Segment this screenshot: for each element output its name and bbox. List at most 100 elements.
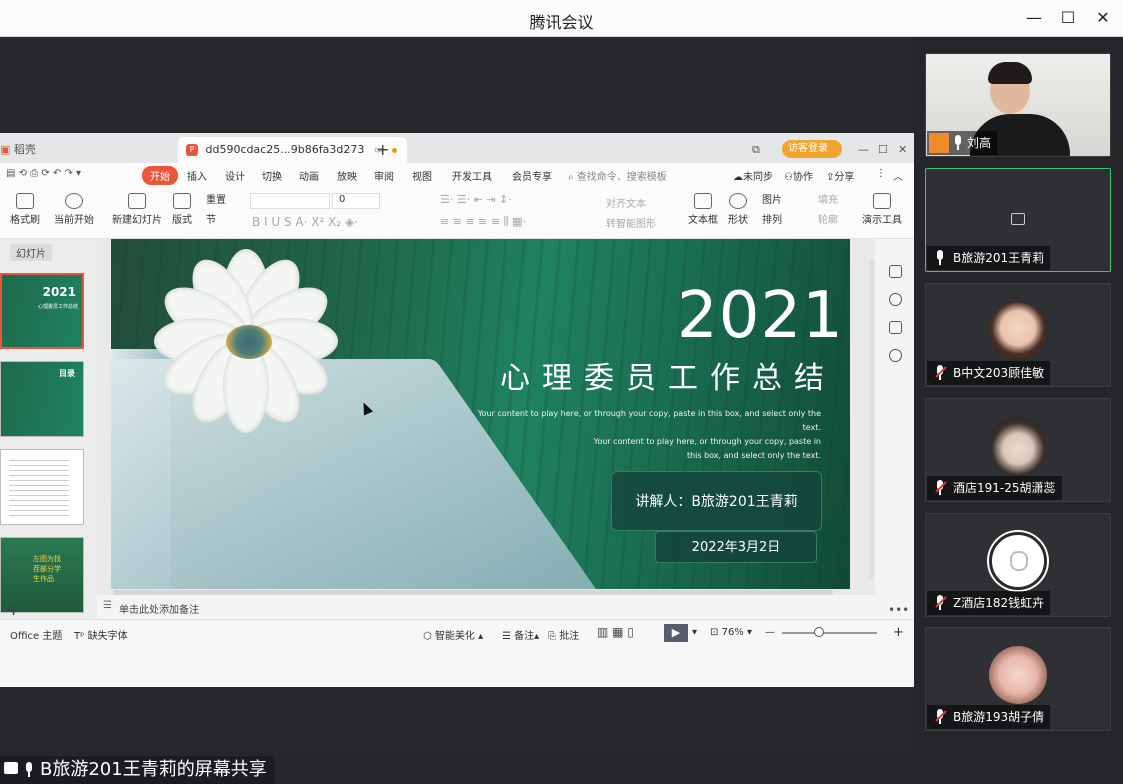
participant-card-4[interactable]: 酒店191-25胡潇蕊 [925,398,1111,502]
slide-title[interactable]: 心理委员工作总结 [461,353,836,397]
font-name-input[interactable] [250,193,330,209]
picture-button[interactable]: 图片 [762,191,782,206]
slide-year[interactable]: 2021 [677,279,844,353]
command-search[interactable]: ⌕ 查找命令、搜索模板 [568,168,667,183]
section-button[interactable]: 节 [206,211,216,226]
menu-review[interactable]: 审阅 [374,168,394,183]
textbox-label: 文本框 [688,215,718,226]
fill-button[interactable]: 填充 [818,191,838,206]
participant-card-1[interactable]: 刘高 [925,53,1111,157]
collaborate-button[interactable]: ⚇协作 [784,168,813,183]
layout-button[interactable]: 版式 [172,193,192,226]
close-button[interactable]: ✕ [1091,6,1115,30]
maximize-button[interactable]: ☐ [1056,6,1080,30]
participant-hair [988,62,1032,84]
menu-animation[interactable]: 动画 [299,168,319,183]
microphone-icon [953,135,963,151]
font-style-buttons[interactable]: B I U S A· X² X₂ ◈· [252,215,358,229]
settings-sliders-icon[interactable] [889,265,902,278]
missing-font-button[interactable]: Tᵖ 缺失字体 [74,627,128,642]
participant-card-3[interactable]: B中文203顾佳敏 [925,283,1111,387]
menu-slideshow[interactable]: 放映 [337,168,357,183]
microphone-muted-icon [935,480,947,496]
outline-button[interactable]: 轮廓 [818,211,838,226]
guest-login-button[interactable]: 访客登录 [782,140,842,158]
textbox-button[interactable]: 文本框 [688,193,718,226]
tab-document[interactable]: P dd590cdac25...9b86fa3d273 ▭ [178,137,407,163]
slideshow-options-icon[interactable]: ▾ [692,627,697,638]
date-textbox[interactable]: 2022年3月2日 [655,531,817,563]
slide-body-text[interactable]: Your content to play here, or through yo… [471,407,821,463]
new-slide-button[interactable]: 新建幻灯片 [112,193,162,226]
collaborate-label: 协作 [792,172,813,183]
quick-access-icons[interactable]: ▤ ⟲ ⎙ ⟳ ↶ ↷ ▾ [6,168,81,179]
convert-smartart-button[interactable]: 转智能图形 [606,215,656,230]
unsaved-dot-icon [391,147,397,153]
more-tools-icon[interactable]: ••• [888,603,909,617]
smart-beautify-button[interactable]: ⬡ 智能美化 ▴ [423,627,483,642]
participant-card-6[interactable]: B旅游193胡子倩 [925,627,1111,731]
more-menu-icon[interactable]: ⋮ [876,168,886,179]
menu-insert[interactable]: 插入 [187,168,207,183]
menu-membership[interactable]: 会员专享 [512,168,552,183]
zoom-slider[interactable] [782,632,877,634]
shape-button[interactable]: 形状 [728,193,748,226]
share-button[interactable]: ⇪分享 [826,168,854,183]
slide-thumbnail-1[interactable]: 2021 心理委员工作总结 [0,273,84,349]
zoom-control[interactable]: ⊡ 76% ▾ [710,627,752,638]
minimize-button[interactable]: — [1022,6,1046,30]
new-tab-button[interactable]: + [376,137,389,163]
collapse-ribbon-icon[interactable]: ︿ [893,168,903,183]
thumb4-text: 左图为找茬部分学生作品 [33,555,61,583]
help-icon[interactable] [889,349,902,362]
notes-toggle-button[interactable]: ☰ 备注▴ [502,627,539,642]
missing-font-label: 缺失字体 [87,631,128,642]
menu-transition[interactable]: 切换 [262,168,282,183]
notes-area[interactable]: ☰ 单击此处添加备注 [97,595,877,619]
align-text-button[interactable]: 对齐文本 [606,195,646,210]
font-size-input[interactable]: 0 [332,193,380,209]
menu-design[interactable]: 设计 [225,168,245,183]
start-from-current-button[interactable]: 当前开始 [54,193,94,226]
slide-thumbnail-3[interactable] [0,449,84,525]
participant-card-2[interactable]: B旅游201王青莉 [925,168,1111,272]
reset-button[interactable]: 重置 [206,191,226,206]
tab-home[interactable]: ▣ 稻壳 [0,137,36,163]
format-painter-button[interactable]: 格式刷 [10,193,40,226]
thumb1-year: 2021 [42,285,76,299]
zoom-out-button[interactable]: — [765,627,775,638]
vertical-scrollbar[interactable] [869,259,874,579]
thumb1-title: 心理委员工作总结 [37,304,78,310]
view-mode-buttons[interactable]: ▥ ▦ ▯ [597,625,634,639]
menu-developer[interactable]: 开发工具 [452,168,492,183]
list-buttons[interactable]: ☰· ☰· ⇤ ⇥ ↕· [440,193,512,206]
play-slideshow-button[interactable]: ▶ [664,624,688,642]
slide-canvas[interactable]: 2021 心理委员工作总结 Your content to play here,… [111,239,850,589]
wps-minimize-button[interactable]: — [858,137,869,163]
slides-icon[interactable] [889,321,902,334]
presentation-tools-button[interactable]: 演示工具 [862,193,902,226]
slide-thumbnail-2[interactable]: 目录 [0,361,84,437]
menu-start[interactable]: 开始 [142,166,178,185]
paragraph-align-buttons[interactable]: ≡ ≡ ≡ ≡ ≡ ⫼ ▦· [440,215,526,229]
pin-icon[interactable] [889,293,902,306]
speaker-textbox[interactable]: 讲解人：B旅游201王青莉 [611,471,822,531]
comments-button[interactable]: ⎘ 批注 [548,627,579,642]
presentation-tools-icon [873,193,891,209]
slides-panel-label: 幻灯片 [10,244,52,261]
add-slide-button[interactable]: + [6,599,21,620]
participant-name-tag: Z酒店182钱虹卉 [927,591,1051,615]
slide-body-line-2: Your content to play here, or through yo… [593,437,821,446]
brush-icon [16,193,34,209]
zoom-slider-handle[interactable] [814,627,824,637]
wps-close-button[interactable]: ✕ [898,137,907,163]
zoom-in-button[interactable]: + [893,625,904,640]
arrange-button[interactable]: 排列 [762,211,782,226]
cloud-icon: ☁ [733,172,743,183]
wps-maximize-button[interactable]: ☐ [878,137,888,163]
participant-card-5[interactable]: Z酒店182钱虹卉 [925,513,1111,617]
tab-document-label: dd590cdac25...9b86fa3d273 [205,143,365,156]
menu-view[interactable]: 视图 [412,168,432,183]
multi-window-icon[interactable]: ⧉ [752,137,760,163]
sync-status[interactable]: ☁未同步 [733,168,773,183]
